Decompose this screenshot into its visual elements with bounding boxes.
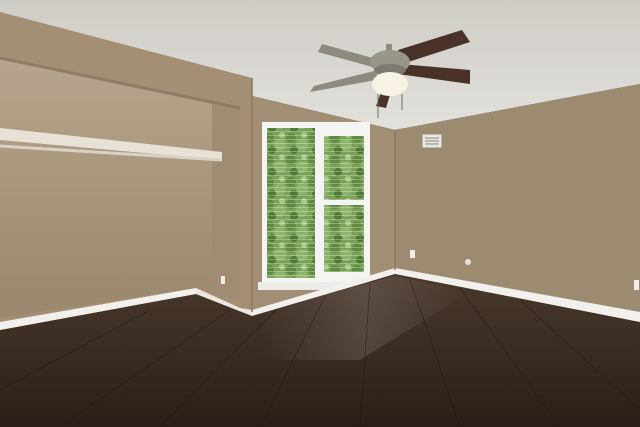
fan-light-globe (372, 72, 408, 96)
wall-outlet (634, 280, 639, 290)
wall-outlet (221, 276, 225, 284)
window (258, 122, 372, 290)
cable-jack (465, 259, 471, 265)
wall-outlet (410, 250, 415, 258)
room-photo (0, 0, 640, 427)
room-illustration (0, 0, 640, 427)
closet-side-wall (212, 104, 240, 300)
